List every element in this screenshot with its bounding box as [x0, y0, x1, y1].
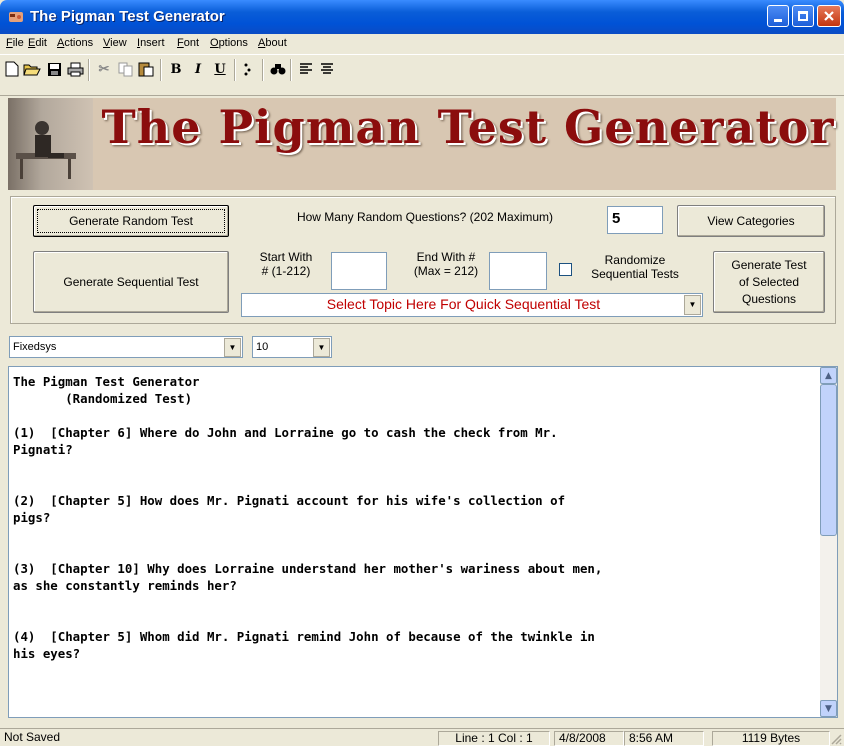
pig-app-icon — [9, 12, 23, 22]
underline-button[interactable]: U — [210, 57, 230, 81]
window-title: The Pigman Test Generator — [30, 8, 225, 25]
scroll-down-arrow-icon[interactable]: ▼ — [820, 700, 837, 717]
font-select[interactable]: Fixedsys ▼ — [9, 336, 243, 358]
menu-view[interactable]: View — [103, 37, 127, 49]
how-many-label: How Many Random Questions? (202 Maximum) — [296, 210, 554, 224]
banner-title: The Pigman Test Generator — [101, 100, 835, 154]
menu-file[interactable]: File — [6, 37, 24, 49]
paste-clipboard-icon — [138, 62, 154, 77]
start-with-label: Start With # (1-212) — [259, 250, 313, 278]
italic-icon: I — [194, 61, 202, 77]
scroll-thumb[interactable] — [820, 384, 837, 536]
end-with-label: End With # (Max = 212) — [413, 250, 479, 278]
randomize-label: Randomize Sequential Tests — [591, 253, 679, 281]
bold-button[interactable]: B — [166, 57, 186, 81]
save-status: Not Saved — [4, 730, 61, 744]
status-time: 8:56 AM — [624, 731, 704, 746]
topic-select[interactable]: Select Topic Here For Quick Sequential T… — [241, 293, 703, 317]
cut-button[interactable]: ✂ — [94, 57, 114, 81]
toolbar-separator — [160, 59, 162, 81]
align-left-button[interactable] — [296, 57, 316, 81]
align-center-icon — [321, 63, 333, 74]
cursor-position: Line : 1 Col : 1 — [438, 731, 550, 746]
close-icon — [824, 11, 834, 21]
copy-icon — [118, 62, 132, 76]
font-size-value: 10 — [256, 341, 269, 353]
bullet-list-icon — [244, 63, 251, 76]
view-categories-button[interactable]: View Categories — [677, 205, 825, 237]
generate-sequential-test-button[interactable]: Generate Sequential Test — [33, 251, 229, 313]
title-bar[interactable]: The Pigman Test Generator — [0, 0, 844, 34]
banner: The Pigman Test Generator — [8, 98, 836, 190]
new-document-button[interactable] — [2, 57, 22, 81]
scissors-icon: ✂ — [98, 61, 110, 77]
open-button[interactable] — [22, 57, 42, 81]
toolbar: ✂ B I U — [0, 56, 844, 96]
randomize-checkbox[interactable] — [559, 263, 572, 276]
underline-icon: U — [214, 61, 226, 77]
toolbar-separator — [88, 59, 90, 81]
new-document-icon — [5, 61, 19, 77]
printer-icon — [67, 62, 83, 76]
how-many-input[interactable]: 5 — [607, 206, 663, 234]
banner-photo — [8, 98, 93, 190]
end-with-input[interactable] — [489, 252, 547, 290]
font-select-value: Fixedsys — [13, 341, 57, 353]
print-button[interactable] — [65, 57, 85, 81]
align-left-icon — [300, 63, 312, 74]
status-date: 4/8/2008 — [554, 731, 624, 746]
menu-font[interactable]: Font — [177, 37, 199, 49]
maximize-icon — [798, 11, 808, 21]
man-on-bench-image — [16, 121, 76, 179]
document-size: 1119 Bytes — [712, 731, 830, 746]
topic-select-value: Select Topic Here For Quick Sequential T… — [326, 296, 601, 312]
menu-options[interactable]: Options — [210, 37, 248, 49]
control-panel: Generate Random Test How Many Random Que… — [10, 196, 836, 324]
menu-bar: File Edit Actions View Insert Font Optio… — [0, 34, 844, 55]
minimize-button[interactable] — [767, 5, 789, 27]
copy-button[interactable] — [115, 57, 135, 81]
vertical-scrollbar[interactable]: ▲ ▼ — [820, 367, 837, 717]
font-size-select[interactable]: 10 ▼ — [252, 336, 332, 358]
close-button[interactable] — [817, 5, 841, 27]
chevron-down-icon[interactable]: ▼ — [684, 295, 701, 315]
toolbar-separator — [234, 59, 236, 81]
bold-icon: B — [170, 61, 182, 77]
menu-about[interactable]: About — [258, 37, 287, 49]
save-disk-icon — [47, 62, 61, 76]
chevron-down-icon[interactable]: ▼ — [313, 338, 330, 357]
binoculars-icon — [270, 64, 286, 75]
generate-random-test-button[interactable]: Generate Random Test — [33, 205, 229, 237]
save-button[interactable] — [44, 57, 64, 81]
scroll-up-arrow-icon[interactable]: ▲ — [820, 367, 837, 384]
status-bar: Not Saved Line : 1 Col : 1 4/8/2008 8:56… — [0, 728, 844, 746]
chevron-down-icon[interactable]: ▼ — [224, 338, 241, 357]
open-folder-icon — [23, 64, 41, 75]
start-with-input[interactable] — [331, 252, 387, 290]
find-button[interactable] — [268, 57, 288, 81]
generate-selected-questions-button[interactable]: Generate Test of Selected Questions — [713, 251, 825, 313]
test-text-editor[interactable]: The Pigman Test Generator (Randomized Te… — [8, 366, 838, 718]
minimize-icon — [774, 18, 782, 22]
bullets-button[interactable] — [240, 57, 260, 81]
editor-content[interactable]: The Pigman Test Generator (Randomized Te… — [13, 373, 813, 662]
toolbar-separator — [262, 59, 264, 81]
paste-button[interactable] — [136, 57, 156, 81]
maximize-button[interactable] — [792, 5, 814, 27]
align-center-button[interactable] — [317, 57, 337, 81]
toolbar-separator — [290, 59, 292, 81]
menu-insert[interactable]: Insert — [137, 37, 165, 49]
italic-button[interactable]: I — [188, 57, 208, 81]
menu-edit[interactable]: Edit — [28, 37, 47, 49]
resize-grip-icon[interactable] — [830, 733, 842, 745]
menu-actions[interactable]: Actions — [57, 37, 93, 49]
